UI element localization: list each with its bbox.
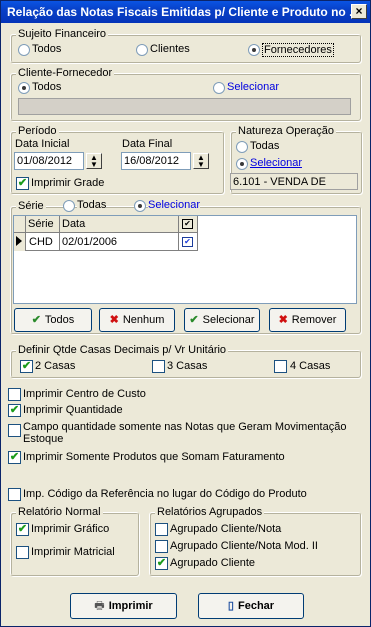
sujeito-financeiro-title: Sujeito Financeiro — [16, 28, 109, 41]
data-final-input[interactable]: 16/08/2012 — [121, 152, 191, 170]
natureza-field: 6.101 - VENDA DE PROD — [230, 173, 358, 190]
serie-todas-label[interactable]: Todas — [77, 199, 107, 211]
todos-button[interactable]: ✔ Todos — [14, 308, 92, 332]
x-icon: ✖ — [278, 314, 288, 326]
selecionar-button[interactable]: ✔ Selecionar — [184, 308, 260, 332]
casas-4-checkbox[interactable] — [274, 360, 287, 373]
double-check-icon: ✔ — [31, 314, 41, 326]
serie-title: Série — [16, 200, 46, 213]
cliente-fornecedor-title: Cliente-Fornecedor — [16, 67, 115, 80]
imprimir-grade-label[interactable]: Imprimir Grade — [31, 177, 104, 189]
somente-produtos-label[interactable]: Imprimir Somente Produtos que Somam Fatu… — [23, 451, 285, 463]
centro-custo-label[interactable]: Imprimir Centro de Custo — [23, 388, 146, 400]
sujeito-fornecedores-label[interactable]: Fornecedores — [262, 43, 334, 57]
row-indicator — [14, 233, 26, 251]
natureza-selecionar-label[interactable]: Selecionar — [250, 157, 302, 169]
grid-header-data[interactable]: Data — [62, 218, 85, 230]
imprimir-matricial-checkbox[interactable] — [16, 546, 29, 559]
x-icon: ✖ — [109, 314, 119, 326]
casas-4-label[interactable]: 4 Casas — [290, 360, 330, 372]
data-inicial-input[interactable]: 01/08/2012 — [14, 152, 84, 170]
quantidade-label[interactable]: Imprimir Quantidade — [23, 404, 123, 416]
serie-selecionar-radio[interactable] — [134, 200, 146, 212]
serie-todas-radio[interactable] — [63, 200, 75, 212]
campo-quantidade-label-2[interactable]: Estoque — [23, 433, 63, 445]
casas-2-label[interactable]: 2 Casas — [35, 360, 75, 372]
casas-3-label[interactable]: 3 Casas — [167, 360, 207, 372]
cod-referencia-label[interactable]: Imp. Código da Referência no lugar do Có… — [23, 488, 307, 500]
grid-header-check-icon[interactable]: ✔ — [182, 219, 193, 229]
printer-icon: 🖶 — [94, 600, 105, 612]
imprimir-button[interactable]: 🖶 Imprimir — [70, 593, 177, 619]
imprimir-grafico-checkbox[interactable]: ✔ — [16, 523, 29, 536]
natureza-todas-radio[interactable] — [236, 141, 248, 153]
quantidade-checkbox[interactable]: ✔ — [8, 404, 21, 417]
window-title: Relação das Notas Fiscais Emitidas p/ Cl… — [1, 1, 370, 23]
row-check-icon[interactable]: ✔ — [182, 237, 193, 247]
row-serie-cell[interactable]: CHD — [29, 236, 53, 248]
fechar-button-label: Fechar — [237, 600, 275, 612]
casas-2-checkbox[interactable]: ✔ — [20, 360, 33, 373]
agrupado-cliente-nota-mod2-checkbox[interactable] — [155, 540, 168, 553]
cliente-fornecedor-field — [18, 98, 351, 115]
selecionar-button-label: Selecionar — [202, 314, 255, 326]
data-inicial-spin[interactable]: ▲ ▼ — [86, 153, 102, 169]
fechar-button[interactable]: ▯ Fechar — [198, 593, 304, 619]
relatorios-agrupados-title: Relatórios Agrupados — [155, 506, 265, 519]
cliente-selecionar-label[interactable]: Selecionar — [227, 81, 279, 93]
report-dialog: Relação das Notas Fiscais Emitidas p/ Cl… — [0, 0, 371, 627]
sujeito-clientes-radio[interactable] — [136, 44, 148, 56]
cliente-selecionar-radio[interactable] — [213, 82, 225, 94]
sujeito-clientes-label[interactable]: Clientes — [150, 43, 190, 55]
relatorio-normal-group: Relatório Normal — [10, 506, 139, 576]
agrupado-cliente-label[interactable]: Agrupado Cliente — [170, 557, 255, 569]
campo-quantidade-checkbox[interactable] — [8, 424, 21, 437]
exit-door-icon: ▯ — [227, 600, 234, 612]
data-final-label: Data Final — [122, 138, 173, 150]
check-icon: ✔ — [189, 314, 199, 326]
cod-referencia-checkbox[interactable] — [8, 488, 21, 501]
imprimir-grafico-label[interactable]: Imprimir Gráfico — [31, 523, 109, 535]
grid-col-divider — [197, 216, 198, 251]
campo-quantidade-label[interactable]: Campo quantidade somente nas Notas que G… — [23, 421, 346, 433]
sujeito-todos-label[interactable]: Todos — [32, 43, 61, 55]
grid-header-indicator — [14, 216, 26, 233]
nenhum-button-label: Nenhum — [122, 314, 165, 326]
nenhum-button[interactable]: ✖ Nenhum — [99, 308, 175, 332]
grid-header-serie[interactable]: Série — [28, 218, 54, 230]
relatorio-normal-title: Relatório Normal — [16, 506, 103, 519]
sujeito-todos-radio[interactable] — [18, 44, 30, 56]
remover-button-label: Remover — [291, 314, 337, 326]
centro-custo-checkbox[interactable] — [8, 388, 21, 401]
agrupado-cliente-nota-label[interactable]: Agrupado Cliente/Nota — [170, 523, 281, 535]
natureza-operacao-title: Natureza Operação — [236, 125, 336, 138]
natureza-selecionar-radio[interactable] — [236, 158, 248, 170]
close-button[interactable]: × — [351, 4, 367, 19]
data-final-spin[interactable]: ▲ ▼ — [193, 153, 209, 169]
agrupado-cliente-nota-checkbox[interactable] — [155, 523, 168, 536]
serie-selecionar-label[interactable]: Selecionar — [148, 199, 200, 211]
row-data-cell[interactable]: 02/01/2006 — [62, 236, 117, 248]
imprimir-grade-checkbox[interactable]: ✔ — [16, 177, 29, 190]
sujeito-fornecedores-radio[interactable] — [248, 44, 260, 56]
data-inicial-label: Data Inicial — [15, 138, 70, 150]
periodo-title: Período — [16, 125, 59, 138]
row-pointer-icon — [16, 236, 22, 246]
cliente-todos-label[interactable]: Todos — [32, 81, 61, 93]
casas-3-checkbox[interactable] — [152, 360, 165, 373]
imprimir-button-label: Imprimir — [108, 600, 153, 612]
serie-grid[interactable]: Série Data ✔ CHD 02/01/2006 ✔ — [13, 215, 357, 304]
casas-decimais-title: Definir Qtde Casas Decimais p/ Vr Unitár… — [16, 344, 229, 357]
agrupado-cliente-checkbox[interactable]: ✔ — [155, 557, 168, 570]
natureza-todas-label[interactable]: Todas — [250, 140, 279, 152]
agrupado-cliente-nota-mod2-label[interactable]: Agrupado Cliente/Nota Mod. II — [170, 540, 318, 552]
remover-button[interactable]: ✖ Remover — [269, 308, 346, 332]
imprimir-matricial-label[interactable]: Imprimir Matricial — [31, 546, 115, 558]
todos-button-label: Todos — [44, 314, 75, 326]
somente-produtos-checkbox[interactable]: ✔ — [8, 451, 21, 464]
cliente-todos-radio[interactable] — [18, 82, 30, 94]
